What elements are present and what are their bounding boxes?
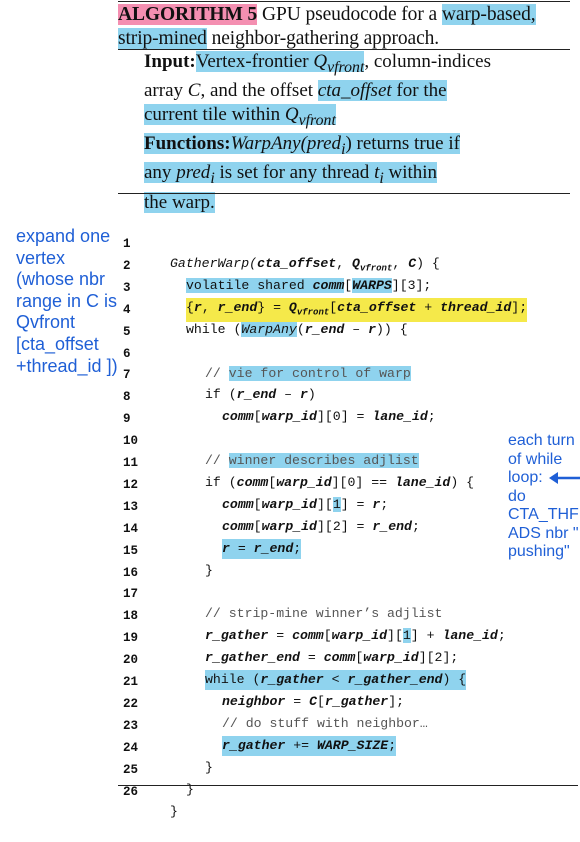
code-line: 7 if (r_end – r) [0, 345, 580, 402]
code-line: 11 if (comm[warp_id][0] == lane_id) { [0, 433, 580, 490]
input-cta-offset: cta_offset [317, 80, 392, 102]
functions-row-3: the warp. [144, 191, 574, 215]
code-line: 14 r = r_end; [0, 499, 580, 559]
functions-row-2: any predi is set for any thread ti withi… [144, 161, 574, 190]
code-line: 6 // vie for control of warp [0, 324, 580, 381]
caption-text-1: GPU pseudocode for a [257, 4, 442, 25]
io-block: Input:Vertex-frontier Qvfront, column-in… [144, 50, 574, 214]
input-text-1a: Vertex-frontier [195, 51, 314, 72]
functions-label: Functions: [144, 133, 231, 155]
code-line: 9 [0, 389, 580, 426]
code-line: 15 } [0, 521, 580, 578]
code-line: 17 // strip-mine winner’s adjlist [0, 564, 580, 621]
input-text-2: , column-indices [364, 51, 491, 72]
func-warpany: WarpAny [230, 133, 301, 155]
func-text-9: the warp. [144, 191, 215, 213]
code-line: 2 volatile shared comm[WARPS][3]; [0, 236, 580, 293]
code-line: 8 comm[warp_id][0] = lane_id; [0, 367, 580, 424]
algorithm-caption: ALGORITHM 5 GPU pseudocode for a warp-ba… [118, 3, 570, 51]
input-row-2: array C, and the offset cta_offset for t… [144, 79, 574, 103]
code-line: 22 // do stuff with neighbor… [0, 674, 580, 731]
code-line: 23 r_gather += WARP_SIZE; [0, 696, 580, 756]
input-text-3: array [144, 80, 188, 102]
code-line: 21 neighbor = C[r_gather]; [0, 652, 580, 709]
code-line: 10 // winner describes adjlist [0, 411, 580, 469]
code-line: 18 r_gather = comm[warp_id][1] + lane_id… [0, 586, 580, 644]
func-pred-2: pred [176, 162, 211, 184]
input-q-2: Q [284, 103, 299, 125]
algorithm-label: ALGORITHM 5 [118, 4, 258, 25]
input-row-3: current tile within Qvfront [144, 103, 574, 132]
input-q-sub: vfront [327, 58, 365, 76]
code-line: 3 {r, r_end} = Qvfront[cta_offset + thre… [0, 258, 580, 323]
func-text-8: within [383, 162, 438, 184]
input-text-5: for the [391, 80, 447, 102]
func-pred: (pred [300, 133, 342, 155]
input-q: Q [313, 51, 328, 72]
code-line: 13 comm[warp_id][2] = r_end; [0, 477, 580, 534]
bottom-rule [118, 785, 578, 786]
input-label: Input: [144, 51, 196, 72]
code-line: 12 comm[warp_id][1] = r; [0, 455, 580, 512]
func-text-3: ) returns true if [345, 133, 460, 155]
input-text-4: , and the offset [200, 80, 318, 102]
input-text-1: Vertex-frontier Qvfront [195, 51, 365, 76]
func-text-4: any [144, 162, 177, 184]
input-row-1: Input:Vertex-frontier Qvfront, column-in… [144, 50, 574, 79]
caption-text-3: neighbor-gathering approach. [206, 28, 440, 49]
code-line: 25 } [0, 740, 580, 797]
input-c: C [187, 80, 201, 102]
functions-row-1: Functions:WarpAny(predi) returns true if [144, 132, 574, 161]
input-q-sub-2: vfront [298, 111, 336, 129]
code-line: 20 while (r_gather < r_gather_end) { [0, 630, 580, 691]
code-line: 4 while (WarpAny(r_end – r)) { [0, 280, 580, 337]
code-line: 16 [0, 543, 580, 580]
code-line: 19 r_gather_end = comm[warp_id][2]; [0, 608, 580, 665]
code-line: 1 GatherWarp(cta_offset, Qvfront, C) { [0, 214, 580, 274]
top-rule [118, 1, 570, 2]
func-text-6: is set for any thread [214, 162, 375, 184]
code-line: 5 [0, 302, 580, 339]
io-rule [118, 193, 570, 194]
input-text-6: current tile within [144, 103, 285, 125]
code-line: 26 } [0, 762, 580, 819]
code-line: 24 } [0, 718, 580, 775]
